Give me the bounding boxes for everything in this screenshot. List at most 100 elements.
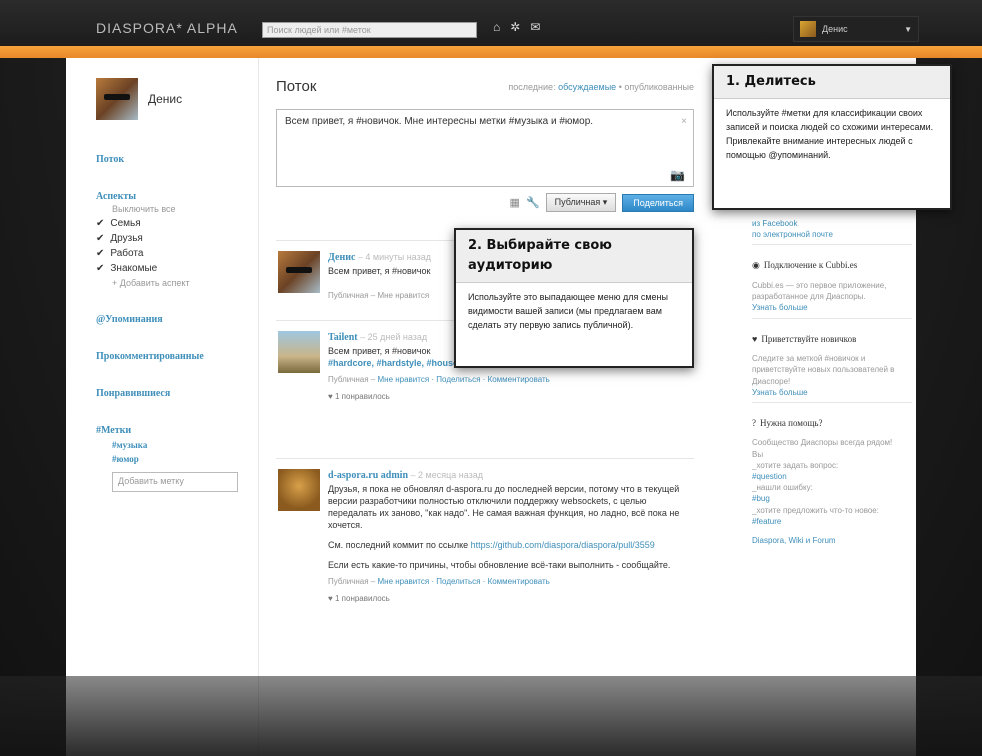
- avatar[interactable]: [278, 469, 320, 511]
- right-sidebar: из Facebook по электронной почте ◉ Подклю…: [752, 218, 912, 546]
- post-text: Друзья, я пока не обновлял d-aspora.ru д…: [328, 483, 680, 530]
- help-tag-link[interactable]: #feature: [752, 516, 912, 527]
- close-icon[interactable]: ×: [681, 116, 687, 127]
- avatar[interactable]: [278, 331, 320, 373]
- profile-summary: Денис: [96, 78, 256, 120]
- post-text: См. последний коммит по ссылке https://g…: [328, 539, 694, 551]
- invite-email-link[interactable]: по электронной почте: [752, 229, 912, 240]
- visibility-dropdown[interactable]: Публичная ▾: [545, 193, 617, 212]
- composer-actions: ▦ 🔧 Публичная ▾ Поделиться: [276, 193, 694, 212]
- aspect-item[interactable]: ✔ Работа: [96, 248, 256, 259]
- aspect-label: Работа: [110, 248, 144, 259]
- check-icon: ✔: [96, 248, 105, 259]
- sidebar-item-tags[interactable]: #Метки: [96, 425, 256, 436]
- heart-icon: ♥: [752, 333, 758, 344]
- avatar: [800, 21, 816, 37]
- profile-name[interactable]: Денис: [148, 92, 182, 106]
- check-icon: ✔: [96, 218, 105, 229]
- post-time[interactable]: – 25 дней назад: [360, 332, 427, 342]
- aspect-label: Друзья: [110, 233, 143, 244]
- share-button[interactable]: Поделиться: [622, 193, 694, 212]
- check-icon: ✔: [96, 263, 105, 274]
- heart-icon: ♥: [328, 391, 333, 401]
- select-all-link[interactable]: Выключить все: [96, 204, 256, 214]
- sidebar-item-aspects[interactable]: Аспекты: [96, 191, 256, 202]
- post-action-links[interactable]: Мне нравится · Поделиться · Комментирова…: [377, 577, 549, 586]
- aspect-item[interactable]: ✔ Знакомые: [96, 263, 256, 274]
- aspect-item[interactable]: ✔ Семья: [96, 218, 256, 229]
- likes-count[interactable]: ♥ 1 понравилось: [328, 594, 694, 605]
- sort-other-link[interactable]: • опубликованные: [619, 82, 694, 92]
- cubbies-icon: ◉: [752, 260, 760, 271]
- user-menu[interactable]: Денис ▼: [793, 16, 919, 42]
- post-author[interactable]: Денис: [328, 252, 355, 263]
- top-icons: ⌂ ✲ ✉: [493, 20, 540, 34]
- learn-more-link[interactable]: Узнать больше: [752, 387, 912, 398]
- mail-icon[interactable]: ✉: [530, 20, 540, 34]
- post-text-prefix: См. последний коммит по ссылке: [328, 540, 469, 551]
- post-actions: Публичная – Мне нравится · Поделиться · …: [328, 577, 694, 588]
- section-text: _нашли ошибку:: [752, 483, 813, 493]
- composer-input[interactable]: Всем привет, я #новичок. Мне интересны м…: [276, 109, 694, 187]
- add-aspect-link[interactable]: + Добавить аспект: [96, 278, 256, 288]
- section-title: ? Нужна помощь?: [752, 417, 912, 430]
- likes-label: 1 понравилось: [334, 391, 390, 401]
- help-tag-link[interactable]: #bug: [752, 493, 912, 504]
- learn-more-link[interactable]: Узнать больше: [752, 302, 912, 313]
- tooltip-audience: 2. Выбирайте свою аудиторию Используйте …: [454, 228, 694, 368]
- section-title: ◉ Подключение к Cubbi.es: [752, 259, 912, 272]
- post-author[interactable]: d-aspora.ru admin: [328, 470, 408, 481]
- left-sidebar: Денис Поток Аспекты Выключить все ✔ Семья…: [96, 78, 256, 492]
- check-icon: ✔: [96, 233, 105, 244]
- brand-logo[interactable]: DIASPORA* ALPHA: [96, 20, 238, 36]
- invite-facebook-link[interactable]: из Facebook: [752, 218, 912, 229]
- visibility-label: Публичная –: [328, 374, 376, 384]
- service-icon[interactable]: ▦: [510, 196, 520, 209]
- tooltip-body: Используйте это выпадающее меню для смен…: [468, 292, 668, 331]
- camera-icon[interactable]: 📷: [670, 168, 685, 182]
- section-title-label: Приветствуйте новичков: [761, 333, 857, 344]
- divider: [752, 317, 912, 319]
- post-link[interactable]: https://github.com/diaspora/diaspora/pul…: [471, 540, 655, 550]
- sidebar-item-liked[interactable]: Понравившиеся: [96, 388, 256, 399]
- tag-link[interactable]: #музыка: [96, 440, 256, 450]
- tag-link[interactable]: #юмор: [96, 454, 256, 464]
- section-text: Вы: [752, 449, 764, 459]
- stream-column: Поток последние: обсуждаемые • опубликов…: [276, 78, 694, 603]
- likes-label: 1 понравилось: [334, 594, 390, 604]
- network-icon[interactable]: ✲: [510, 20, 520, 34]
- avatar[interactable]: [96, 78, 138, 120]
- sort-active-link[interactable]: обсуждаемые: [558, 82, 616, 92]
- tooltip-title: 2. Выбирайте свою аудиторию: [456, 230, 692, 284]
- sidebar-item-stream[interactable]: Поток: [96, 154, 256, 165]
- section-title-label: Подключение к Cubbi.es: [763, 260, 858, 271]
- avatar[interactable]: [278, 251, 320, 293]
- section-text: _хотите задать вопрос:: [752, 460, 839, 470]
- aspect-item[interactable]: ✔ Друзья: [96, 233, 256, 244]
- search-input[interactable]: Поиск людей или #меток: [262, 22, 477, 38]
- post-time[interactable]: – 2 месяца назад: [411, 470, 484, 480]
- section-title-label: Нужна помощь?: [760, 417, 823, 428]
- section-text: Сообщество Диаспоры всегда рядом!: [752, 438, 893, 448]
- post-text: Если есть какие-то причины, чтобы обновл…: [328, 560, 671, 571]
- post-time[interactable]: – 4 минуты назад: [358, 252, 431, 262]
- tooltip-title: 1. Делитесь: [714, 66, 950, 100]
- sidebar-item-mentions[interactable]: @Упоминания: [96, 314, 256, 325]
- post-author[interactable]: Tailent: [328, 332, 358, 343]
- help-tag-link[interactable]: #question: [752, 471, 912, 482]
- add-tag-input[interactable]: Добавить метку: [112, 472, 238, 492]
- orange-stripe: [0, 46, 982, 58]
- home-icon[interactable]: ⌂: [493, 20, 500, 34]
- divider: [752, 401, 912, 403]
- user-menu-name: Денис: [822, 24, 848, 34]
- section-text: Cubbi.es — это первое приложение, разраб…: [752, 280, 887, 302]
- sidebar-item-commented[interactable]: Прокомментированные: [96, 351, 256, 362]
- sort-prefix: последние:: [508, 82, 556, 92]
- wiki-link[interactable]: Diaspora, Wiki и Forum: [752, 535, 912, 546]
- composer-text: Всем привет, я #новичок. Мне интересны м…: [285, 116, 594, 127]
- heart-icon: ♥: [328, 594, 333, 604]
- likes-count[interactable]: ♥ 1 понравилось: [328, 392, 694, 403]
- post-action-links[interactable]: Мне нравится · Поделиться · Комментирова…: [377, 375, 549, 384]
- wrench-icon[interactable]: 🔧: [526, 196, 540, 209]
- section-text: Следите за меткой #новичок и приветствуй…: [752, 354, 895, 386]
